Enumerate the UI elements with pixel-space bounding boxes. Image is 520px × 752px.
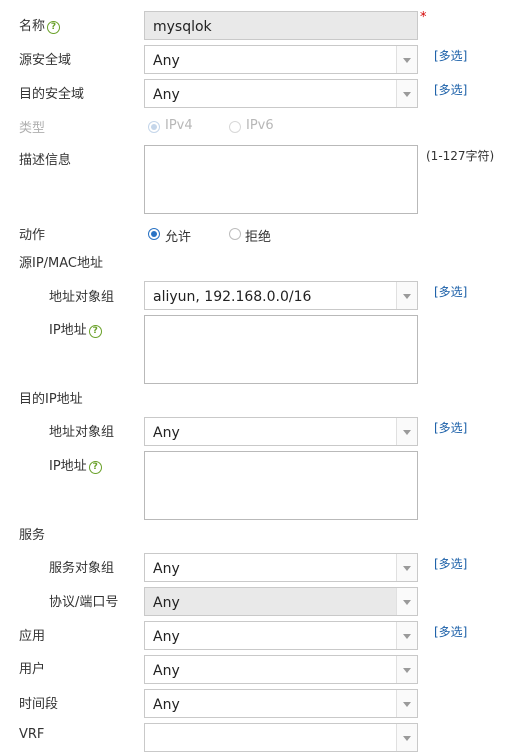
dst-zone-value: Any <box>153 87 180 103</box>
dst-addr-section-title: 目的IP地址 <box>19 392 83 407</box>
ipv6-label: IPv6 <box>246 118 274 133</box>
src-addr-multi-link[interactable]: [多选] <box>434 283 467 300</box>
chevron-down-icon[interactable] <box>396 46 417 73</box>
time-label: 时间段 <box>19 697 59 712</box>
src-zone-multi-link[interactable]: [多选] <box>434 47 467 64</box>
ipv4-label: IPv4 <box>165 118 193 133</box>
app-select[interactable]: Any <box>144 621 418 650</box>
radio-allow[interactable] <box>148 228 160 240</box>
chevron-down-icon[interactable] <box>396 724 417 751</box>
chevron-down-icon[interactable] <box>396 418 417 445</box>
dst-ip-textarea[interactable] <box>144 451 418 520</box>
chevron-down-icon[interactable] <box>396 80 417 107</box>
service-group-select[interactable]: Any <box>144 553 418 582</box>
src-ip-label-row: IP地址? <box>49 319 102 338</box>
name-label-row: 名称? <box>19 15 61 34</box>
dst-addr-group-value: Any <box>153 425 180 441</box>
user-select[interactable]: Any <box>144 655 418 684</box>
chevron-down-icon[interactable] <box>396 690 417 717</box>
src-addr-group-label: 地址对象组 <box>49 290 115 305</box>
service-group-label: 服务对象组 <box>49 561 115 576</box>
help-icon[interactable]: ? <box>88 325 102 338</box>
chevron-down-icon[interactable] <box>396 282 417 309</box>
dst-addr-group-label: 地址对象组 <box>49 425 115 440</box>
name-value: mysqlok <box>153 19 212 35</box>
app-multi-link[interactable]: [多选] <box>434 623 467 640</box>
service-section-title: 服务 <box>19 528 46 543</box>
dst-zone-multi-link[interactable]: [多选] <box>434 81 467 98</box>
src-ip-textarea[interactable] <box>144 315 418 384</box>
app-value: Any <box>153 629 180 645</box>
chevron-down-icon[interactable] <box>396 554 417 581</box>
radio-deny[interactable] <box>229 228 241 240</box>
required-asterisk: * <box>420 10 427 25</box>
protocol-port-label: 协议/端口号 <box>49 595 119 610</box>
allow-label: 允许 <box>165 230 192 245</box>
service-group-value: Any <box>153 561 180 577</box>
src-ip-label: IP地址 <box>49 323 87 338</box>
time-select[interactable]: Any <box>144 689 418 718</box>
src-addr-group-select[interactable]: aliyun, 192.168.0.0/16 <box>144 281 418 310</box>
app-label: 应用 <box>19 629 46 644</box>
src-addr-section-title: 源IP/MAC地址 <box>19 256 104 271</box>
dst-addr-multi-link[interactable]: [多选] <box>434 419 467 436</box>
chevron-down-icon[interactable] <box>396 656 417 683</box>
radio-ipv6[interactable] <box>229 121 241 133</box>
dst-zone-select[interactable]: Any <box>144 79 418 108</box>
dst-ip-label-row: IP地址? <box>49 455 102 474</box>
dst-zone-label: 目的安全域 <box>19 87 85 102</box>
description-label: 描述信息 <box>19 153 72 168</box>
src-zone-select[interactable]: Any <box>144 45 418 74</box>
time-value: Any <box>153 697 180 713</box>
vrf-label: VRF <box>19 727 45 742</box>
help-icon[interactable]: ? <box>47 21 61 34</box>
help-icon[interactable]: ? <box>88 461 102 474</box>
vrf-select[interactable] <box>144 723 418 752</box>
protocol-port-select[interactable]: Any <box>144 587 418 616</box>
deny-label: 拒绝 <box>245 230 272 245</box>
protocol-port-value: Any <box>153 595 180 611</box>
service-multi-link[interactable]: [多选] <box>434 555 467 572</box>
src-zone-value: Any <box>153 53 180 69</box>
action-label: 动作 <box>19 228 46 243</box>
description-hint: (1-127字符) <box>426 149 495 163</box>
name-input[interactable]: mysqlok <box>144 11 418 40</box>
description-textarea[interactable] <box>144 145 418 214</box>
src-addr-group-value: aliyun, 192.168.0.0/16 <box>153 289 312 305</box>
dst-ip-label: IP地址 <box>49 459 87 474</box>
chevron-down-icon[interactable] <box>396 622 417 649</box>
chevron-down-icon[interactable] <box>396 588 417 615</box>
user-value: Any <box>153 663 180 679</box>
type-label: 类型 <box>19 121 46 136</box>
dst-addr-group-select[interactable]: Any <box>144 417 418 446</box>
src-zone-label: 源安全域 <box>19 53 72 68</box>
name-label: 名称 <box>19 19 46 34</box>
user-label: 用户 <box>19 662 46 677</box>
radio-ipv4[interactable] <box>148 121 160 133</box>
